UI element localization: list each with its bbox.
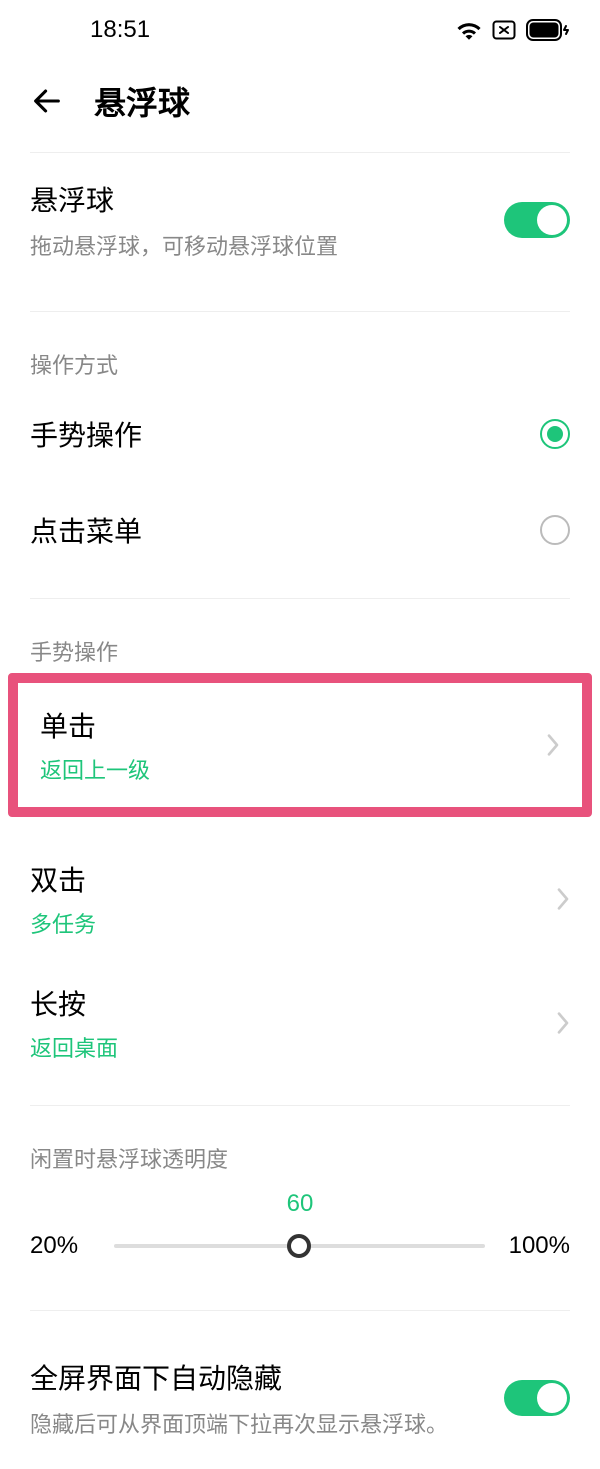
chevron-right-icon xyxy=(546,733,560,757)
setting-title: 全屏界面下自动隐藏 xyxy=(30,1357,448,1397)
radio-label: 点击菜单 xyxy=(30,510,142,550)
section-label-operation: 操作方式 xyxy=(0,312,600,386)
status-icons xyxy=(456,19,570,41)
slider-max-label: 100% xyxy=(509,1232,570,1260)
chevron-right-icon xyxy=(556,1011,570,1035)
nav-label: 单击 xyxy=(40,705,150,745)
nav-single-tap[interactable]: 单击 返回上一级 xyxy=(18,683,582,807)
nav-label: 长按 xyxy=(30,983,118,1023)
setting-title: 悬浮球 xyxy=(30,179,338,219)
toggle-switch[interactable] xyxy=(504,202,570,238)
radio-menu[interactable]: 点击菜单 xyxy=(0,482,600,578)
section-label-gesture: 手势操作 xyxy=(0,599,600,673)
status-bar: 18:51 xyxy=(0,0,600,60)
page-title: 悬浮球 xyxy=(94,78,190,124)
nav-value: 返回桌面 xyxy=(30,1031,118,1063)
radio-indicator[interactable] xyxy=(540,515,570,545)
highlight-box: 单击 返回上一级 xyxy=(8,673,592,817)
opacity-slider-block: 60 20% 100% xyxy=(0,1180,600,1290)
radio-label: 手势操作 xyxy=(30,414,142,454)
setting-sub: 拖动悬浮球，可移动悬浮球位置 xyxy=(30,229,338,261)
nav-long-press[interactable]: 长按 返回桌面 xyxy=(0,961,600,1085)
slider-track[interactable] xyxy=(114,1244,485,1248)
setting-sub: 隐藏后可从界面顶端下拉再次显示悬浮球。 xyxy=(30,1407,448,1439)
slider-value: 60 xyxy=(30,1190,570,1218)
radio-indicator[interactable] xyxy=(540,419,570,449)
toggle-switch[interactable] xyxy=(504,1380,570,1416)
wifi-icon xyxy=(456,20,482,40)
setting-floating-ball[interactable]: 悬浮球 拖动悬浮球，可移动悬浮球位置 xyxy=(0,153,600,291)
chevron-right-icon xyxy=(556,887,570,911)
slider-min-label: 20% xyxy=(30,1232,90,1260)
nav-value: 返回上一级 xyxy=(40,753,150,785)
slider-thumb[interactable] xyxy=(287,1234,311,1258)
section-label-opacity: 闲置时悬浮球透明度 xyxy=(0,1106,600,1180)
header: 悬浮球 xyxy=(0,60,600,152)
nav-label: 双击 xyxy=(30,859,96,899)
setting-auto-hide[interactable]: 全屏界面下自动隐藏 隐藏后可从界面顶端下拉再次显示悬浮球。 xyxy=(0,1331,600,1469)
nav-double-tap[interactable]: 双击 多任务 xyxy=(0,837,600,961)
screenshot-icon xyxy=(492,20,516,40)
status-time: 18:51 xyxy=(90,16,150,44)
nav-value: 多任务 xyxy=(30,907,96,939)
radio-gesture[interactable]: 手势操作 xyxy=(0,386,600,482)
battery-icon xyxy=(526,19,570,41)
back-icon[interactable] xyxy=(30,84,64,118)
